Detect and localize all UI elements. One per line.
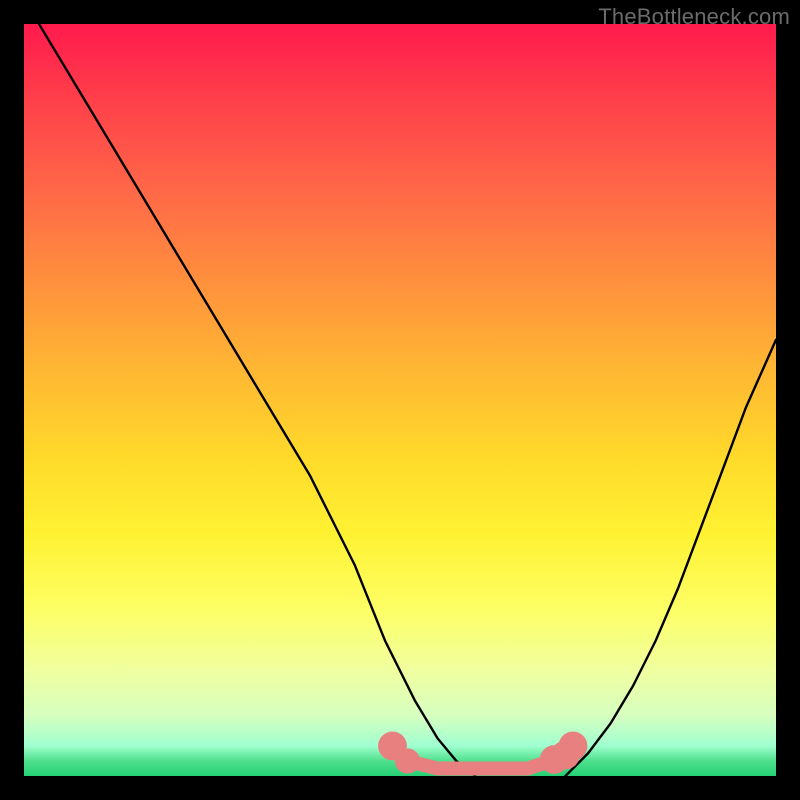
marker-dot: [395, 748, 420, 773]
chart-svg: [24, 24, 776, 776]
outer-frame: TheBottleneck.com: [0, 0, 800, 800]
gradient-plot-area: [24, 24, 776, 776]
curve-left: [39, 24, 475, 776]
marker-dot: [559, 732, 588, 761]
curve-right: [565, 340, 776, 776]
